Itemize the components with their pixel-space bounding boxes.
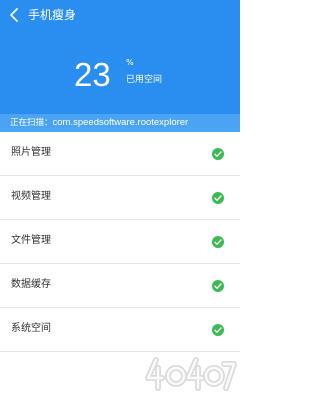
check-circle-icon (212, 192, 224, 204)
list-item-label: 数据缓存 (11, 279, 51, 290)
check-circle-icon (212, 324, 224, 336)
list-item-videos[interactable]: 视频管理 (0, 176, 240, 220)
back-button[interactable] (6, 6, 24, 24)
list-item-data-cache[interactable]: 数据缓存 (0, 264, 240, 308)
watermark-logo (145, 357, 237, 391)
list-item-label: 照片管理 (11, 147, 51, 158)
usage-display: 23 % 已用空间 (74, 56, 194, 96)
list-item-files[interactable]: 文件管理 (0, 220, 240, 264)
check-circle-icon (212, 280, 224, 292)
list-item-label: 视频管理 (11, 191, 51, 202)
list-item-label: 系统空间 (11, 323, 51, 334)
usage-percent: 23 (74, 56, 111, 93)
chevron-left-icon (10, 8, 18, 22)
list-item-photos[interactable]: 照片管理 (0, 132, 240, 176)
scan-target: com.speedsoftware.rootexplorer (52, 117, 189, 128)
top-bar: 手机瘦身 (0, 0, 240, 30)
list-item-label: 文件管理 (11, 235, 51, 246)
scan-prefix: 正在扫描： (10, 118, 53, 128)
used-space-label: 已用空间 (126, 75, 163, 85)
list-item-system-space[interactable]: 系统空间 (0, 308, 240, 352)
scan-status-bar: 正在扫描：com.speedsoftware.rootexplorer (0, 114, 240, 132)
page-title: 手机瘦身 (28, 8, 77, 22)
check-circle-icon (212, 236, 224, 248)
header: 手机瘦身 23 % 已用空间 正在扫描：com.speedsoftware.ro… (0, 0, 240, 132)
cleanup-list: 照片管理 视频管理 文件管理 数据缓存 系统空间 (0, 132, 240, 352)
percent-sign: % (126, 58, 134, 67)
check-circle-icon (212, 148, 224, 160)
